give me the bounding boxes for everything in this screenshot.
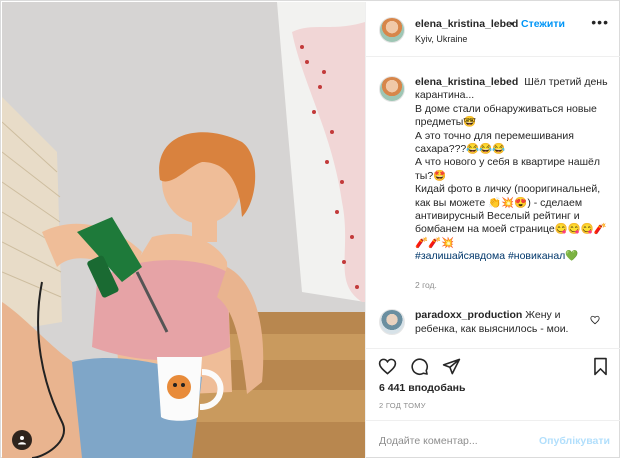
comment-item: paradoxx_production Жену и ребенка, как …	[366, 303, 620, 343]
comment-bubble-icon[interactable]	[410, 357, 429, 376]
post-photo[interactable]	[2, 2, 365, 458]
photo-illustration	[2, 2, 365, 458]
caption-timestamp: 2 год.	[415, 280, 437, 290]
tagged-users-button[interactable]	[12, 430, 32, 450]
like-comment-heart-icon[interactable]	[590, 315, 600, 325]
post-location[interactable]: Kyiv, Ukraine	[415, 34, 467, 44]
caption-text: elena_kristina_lebed Шёл третий день кар…	[415, 76, 611, 264]
like-heart-icon[interactable]	[378, 357, 397, 376]
user-tag-icon	[18, 436, 26, 445]
comments-section: elena_kristina_lebed Шёл третий день кар…	[366, 58, 620, 348]
author-username[interactable]: elena_kristina_lebed	[415, 18, 518, 30]
comment-text: paradoxx_production Жену и ребенка, как …	[415, 308, 590, 336]
post-details-panel: elena_kristina_lebed • Стежити Kyiv, Ukr…	[365, 2, 620, 458]
likes-count[interactable]: 6 441 вподобань	[379, 382, 465, 394]
more-options-icon[interactable]: •••	[591, 15, 609, 29]
save-bookmark-icon[interactable]	[591, 357, 610, 376]
share-send-icon[interactable]	[442, 357, 461, 376]
caption-line-5: Кидай фото в личку (пооригинальней, как …	[415, 183, 608, 249]
caption-line-4: А что нового у себя в квартире нашёл ты?…	[415, 156, 600, 182]
author-avatar[interactable]	[379, 17, 405, 43]
post-timestamp: 2 ГОД ТОМУ	[379, 401, 426, 410]
separator-dot: •	[510, 18, 514, 30]
comment-input[interactable]: Додайте коментар...	[379, 435, 478, 447]
post-header: elena_kristina_lebed • Стежити Kyiv, Ukr…	[366, 2, 620, 57]
commenter-avatar[interactable]	[379, 309, 405, 335]
caption-line-3: А это точно для перемешивания сахара???😂…	[415, 129, 574, 156]
follow-button[interactable]: Стежити	[521, 18, 565, 30]
caption-username[interactable]: elena_kristina_lebed	[415, 76, 518, 88]
publish-button[interactable]: Опублікувати	[539, 435, 610, 447]
caption-hashtags[interactable]: #залишайсявдома #новиканал💚	[415, 250, 611, 263]
commenter-username[interactable]: paradoxx_production	[415, 309, 522, 321]
instagram-post-modal: elena_kristina_lebed • Стежити Kyiv, Ukr…	[0, 0, 620, 458]
caption-line-2: В доме стали обнаруживаться новые предме…	[415, 102, 597, 129]
post-actions	[366, 348, 620, 378]
caption-author-avatar[interactable]	[379, 76, 405, 102]
add-comment-bar: Додайте коментар... Опублікувати	[366, 420, 620, 458]
